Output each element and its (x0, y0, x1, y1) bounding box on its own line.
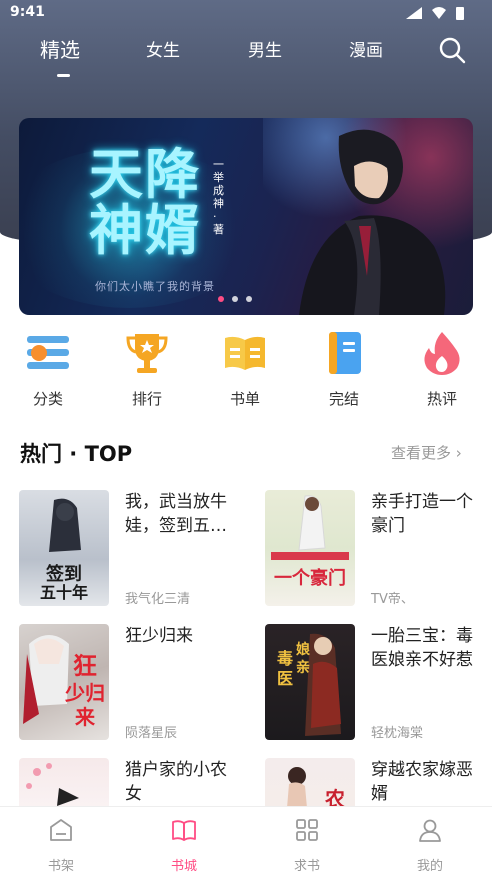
svg-text:医: 医 (277, 669, 293, 688)
svg-text:娘: 娘 (296, 641, 311, 658)
svg-text:农: 农 (324, 787, 345, 808)
shelf-icon (50, 819, 72, 841)
status-bar: 9:41 (0, 0, 492, 26)
book-author: 轻枕海棠 (371, 726, 424, 741)
svg-text:少归: 少归 (64, 681, 105, 705)
category-hot-reviews[interactable]: 热评 (412, 318, 472, 409)
category-ranking[interactable]: 排行 (117, 318, 177, 409)
promo-banner[interactable]: 天降 神婿 一举成神·著 你们太小瞧了我的背景 (19, 118, 473, 315)
book-open-icon (225, 336, 265, 370)
banner-tagline: 你们太小瞧了我的背景 (95, 280, 215, 293)
section-title: 热门 · TOP (20, 442, 133, 466)
svg-text:狂: 狂 (73, 651, 97, 680)
book-author: 我气化三清 (125, 592, 191, 607)
book-card[interactable]: 签到 五十年 我，武当放牛娃，签到五十年 我气化三清 (19, 490, 239, 608)
banner-author: 一举成神·著 (213, 158, 224, 236)
chevron-right-icon: › (455, 444, 462, 462)
book-cover (19, 758, 109, 808)
book-author: 陨落星辰 (125, 726, 178, 741)
tab-featured[interactable]: 精选 (40, 34, 80, 63)
top-tabs: 精选 女生 男生 漫画 (0, 26, 492, 86)
tab-bookstore[interactable]: 书城 (144, 817, 224, 874)
see-more-link[interactable]: 查看更多 › (391, 442, 462, 463)
battery-icon (456, 7, 464, 20)
svg-text:亲: 亲 (296, 659, 310, 676)
book-title: 亲手打造一个豪门 (371, 492, 473, 536)
signal-icon (406, 7, 422, 19)
wifi-icon (432, 7, 446, 19)
tab-profile[interactable]: 我的 (390, 817, 470, 874)
list-icon (27, 336, 69, 369)
category-booklist[interactable]: 书单 (215, 318, 275, 409)
category-shortcuts: 分类 排行 书单 完结 热评 (0, 318, 492, 408)
tab-indicator (57, 74, 70, 77)
book-title: 狂少归来 (125, 626, 193, 646)
book-cover: 狂 少归 来 (19, 624, 109, 740)
user-icon (419, 819, 441, 842)
book-cover: 一个豪门 (265, 490, 355, 606)
book-card[interactable]: 狂 少归 来 狂少归来 陨落星辰 (19, 624, 239, 742)
banner-title-art: 天降 神婿 (89, 142, 201, 262)
tab-request-books[interactable]: 求书 (267, 817, 347, 874)
book-card[interactable]: 猎户家的小农女 (19, 758, 239, 808)
svg-text:五十年: 五十年 (40, 583, 88, 602)
tab-male[interactable]: 男生 (248, 36, 282, 61)
banner-pagination (218, 296, 252, 302)
status-time: 9:41 (10, 4, 45, 20)
category-completed[interactable]: 完结 (314, 318, 374, 409)
book-cover: 农 (265, 758, 355, 808)
tab-bookshelf[interactable]: 书架 (21, 817, 101, 874)
search-icon[interactable] (438, 36, 466, 64)
tab-female[interactable]: 女生 (146, 36, 180, 61)
svg-text:一个豪门: 一个豪门 (274, 567, 346, 589)
book-card[interactable]: 农 穿越农家嫁恶婿 (265, 758, 485, 808)
book-title: 我，武当放牛娃，签到五十年 (125, 492, 227, 536)
book-title: 穿越农家嫁恶婿 (371, 760, 473, 804)
banner-dot[interactable] (218, 296, 224, 302)
svg-text:毒: 毒 (277, 649, 293, 668)
grid-icon (296, 819, 318, 841)
svg-text:来: 来 (74, 705, 96, 729)
book-icon (329, 332, 361, 374)
book-title: 猎户家的小农女 (125, 760, 227, 804)
banner-character-illustration (299, 129, 446, 315)
book-card[interactable]: 一个豪门 亲手打造一个豪门 TV帝、 (265, 490, 485, 608)
book-card[interactable]: 毒 医 娘 亲 一胎三宝：毒医娘亲不好惹 轻枕海棠 (265, 624, 485, 742)
book-author: TV帝、 (371, 592, 414, 607)
book-cover: 签到 五十年 (19, 490, 109, 606)
bottom-tab-bar: 书架 书城 求书 我的 (0, 806, 492, 876)
book-cover: 毒 医 娘 亲 (265, 624, 355, 740)
flame-icon (424, 332, 460, 375)
store-icon (172, 820, 196, 841)
svg-text:签到: 签到 (45, 563, 82, 585)
banner-dot[interactable] (232, 296, 238, 302)
book-title: 一胎三宝：毒医娘亲不好惹 (371, 626, 473, 670)
trophy-icon (126, 334, 168, 373)
tab-comics[interactable]: 漫画 (349, 36, 383, 61)
category-classify[interactable]: 分类 (18, 318, 78, 409)
banner-dot[interactable] (246, 296, 252, 302)
